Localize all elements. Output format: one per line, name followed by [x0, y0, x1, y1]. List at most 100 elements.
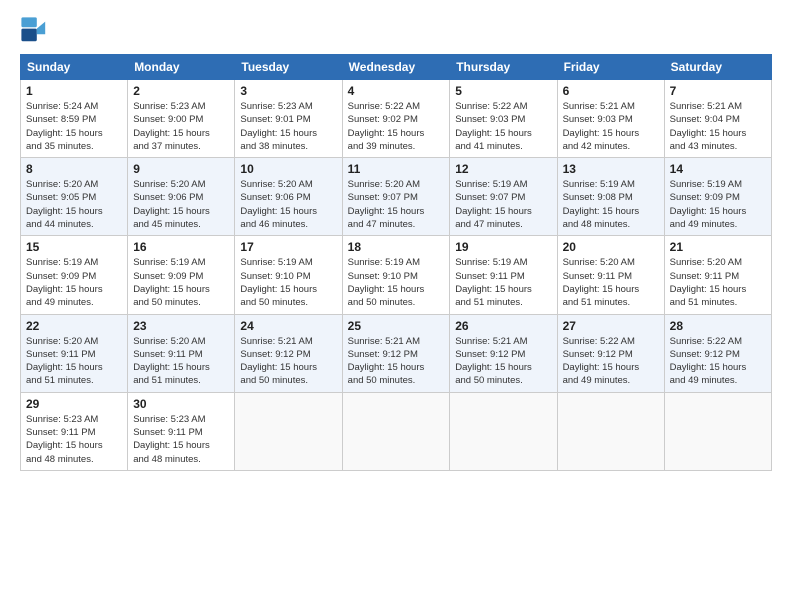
day-number: 1 — [26, 84, 122, 98]
day-info: Sunrise: 5:21 AM Sunset: 9:12 PM Dayligh… — [455, 335, 551, 388]
day-header-thursday: Thursday — [450, 55, 557, 80]
calendar-cell: 6 Sunrise: 5:21 AM Sunset: 9:03 PM Daylig… — [557, 80, 664, 158]
day-number: 10 — [240, 162, 336, 176]
calendar-cell: 20 Sunrise: 5:20 AM Sunset: 9:11 PM Dayli… — [557, 236, 664, 314]
calendar-cell: 10 Sunrise: 5:20 AM Sunset: 9:06 PM Dayli… — [235, 158, 342, 236]
day-info: Sunrise: 5:19 AM Sunset: 9:10 PM Dayligh… — [348, 256, 445, 309]
day-info: Sunrise: 5:23 AM Sunset: 9:11 PM Dayligh… — [133, 413, 229, 466]
day-header-monday: Monday — [128, 55, 235, 80]
calendar-cell: 8 Sunrise: 5:20 AM Sunset: 9:05 PM Daylig… — [21, 158, 128, 236]
day-info: Sunrise: 5:19 AM Sunset: 9:09 PM Dayligh… — [670, 178, 766, 231]
calendar-cell: 4 Sunrise: 5:22 AM Sunset: 9:02 PM Daylig… — [342, 80, 450, 158]
day-number: 7 — [670, 84, 766, 98]
calendar-cell: 17Sunrise: 5:19 AM Sunset: 9:10 PM Dayli… — [235, 236, 342, 314]
calendar-cell — [664, 392, 771, 470]
calendar-cell: 30 Sunrise: 5:23 AM Sunset: 9:11 PM Dayli… — [128, 392, 235, 470]
calendar-cell: 29 Sunrise: 5:23 AM Sunset: 9:11 PM Dayli… — [21, 392, 128, 470]
day-header-sunday: Sunday — [21, 55, 128, 80]
day-number: 30 — [133, 397, 229, 411]
day-number: 6 — [563, 84, 659, 98]
day-header-saturday: Saturday — [664, 55, 771, 80]
day-info: Sunrise: 5:20 AM Sunset: 9:05 PM Dayligh… — [26, 178, 122, 231]
calendar-cell — [557, 392, 664, 470]
day-info: Sunrise: 5:20 AM Sunset: 9:11 PM Dayligh… — [133, 335, 229, 388]
calendar-header-row: SundayMondayTuesdayWednesdayThursdayFrid… — [21, 55, 772, 80]
calendar-cell: 19Sunrise: 5:19 AM Sunset: 9:11 PM Dayli… — [450, 236, 557, 314]
day-number: 21 — [670, 240, 766, 254]
day-number: 12 — [455, 162, 551, 176]
calendar-table: SundayMondayTuesdayWednesdayThursdayFrid… — [20, 54, 772, 471]
logo-icon — [20, 16, 48, 44]
calendar-cell: 5Sunrise: 5:22 AM Sunset: 9:03 PM Daylig… — [450, 80, 557, 158]
day-info: Sunrise: 5:20 AM Sunset: 9:06 PM Dayligh… — [240, 178, 336, 231]
day-number: 8 — [26, 162, 122, 176]
calendar-week-row: 15 Sunrise: 5:19 AM Sunset: 9:09 PM Dayli… — [21, 236, 772, 314]
calendar-cell: 22 Sunrise: 5:20 AM Sunset: 9:11 PM Dayli… — [21, 314, 128, 392]
day-info: Sunrise: 5:20 AM Sunset: 9:06 PM Dayligh… — [133, 178, 229, 231]
day-number: 18 — [348, 240, 445, 254]
day-number: 9 — [133, 162, 229, 176]
day-number: 28 — [670, 319, 766, 333]
day-info: Sunrise: 5:19 AM Sunset: 9:10 PM Dayligh… — [240, 256, 336, 309]
day-number: 2 — [133, 84, 229, 98]
day-info: Sunrise: 5:22 AM Sunset: 9:12 PM Dayligh… — [563, 335, 659, 388]
day-number: 29 — [26, 397, 122, 411]
day-info: Sunrise: 5:21 AM Sunset: 9:12 PM Dayligh… — [348, 335, 445, 388]
day-info: Sunrise: 5:22 AM Sunset: 9:12 PM Dayligh… — [670, 335, 766, 388]
day-info: Sunrise: 5:23 AM Sunset: 9:00 PM Dayligh… — [133, 100, 229, 153]
calendar-cell: 15 Sunrise: 5:19 AM Sunset: 9:09 PM Dayli… — [21, 236, 128, 314]
page: SundayMondayTuesdayWednesdayThursdayFrid… — [0, 0, 792, 612]
calendar-body: 1 Sunrise: 5:24 AM Sunset: 8:59 PM Daylig… — [21, 80, 772, 471]
day-info: Sunrise: 5:22 AM Sunset: 9:02 PM Dayligh… — [348, 100, 445, 153]
day-number: 14 — [670, 162, 766, 176]
day-number: 25 — [348, 319, 445, 333]
day-number: 22 — [26, 319, 122, 333]
day-info: Sunrise: 5:19 AM Sunset: 9:09 PM Dayligh… — [133, 256, 229, 309]
day-info: Sunrise: 5:19 AM Sunset: 9:09 PM Dayligh… — [26, 256, 122, 309]
day-number: 27 — [563, 319, 659, 333]
day-number: 13 — [563, 162, 659, 176]
calendar-cell: 9 Sunrise: 5:20 AM Sunset: 9:06 PM Daylig… — [128, 158, 235, 236]
calendar-cell: 18 Sunrise: 5:19 AM Sunset: 9:10 PM Dayli… — [342, 236, 450, 314]
day-info: Sunrise: 5:21 AM Sunset: 9:04 PM Dayligh… — [670, 100, 766, 153]
day-number: 20 — [563, 240, 659, 254]
day-info: Sunrise: 5:20 AM Sunset: 9:07 PM Dayligh… — [348, 178, 445, 231]
day-number: 11 — [348, 162, 445, 176]
day-header-wednesday: Wednesday — [342, 55, 450, 80]
calendar-cell: 12 Sunrise: 5:19 AM Sunset: 9:07 PM Dayli… — [450, 158, 557, 236]
day-info: Sunrise: 5:21 AM Sunset: 9:03 PM Dayligh… — [563, 100, 659, 153]
day-info: Sunrise: 5:22 AM Sunset: 9:03 PM Dayligh… — [455, 100, 551, 153]
day-info: Sunrise: 5:19 AM Sunset: 9:08 PM Dayligh… — [563, 178, 659, 231]
calendar-cell: 13 Sunrise: 5:19 AM Sunset: 9:08 PM Dayli… — [557, 158, 664, 236]
calendar-week-row: 1 Sunrise: 5:24 AM Sunset: 8:59 PM Daylig… — [21, 80, 772, 158]
day-info: Sunrise: 5:24 AM Sunset: 8:59 PM Dayligh… — [26, 100, 122, 153]
logo — [20, 16, 50, 44]
day-info: Sunrise: 5:20 AM Sunset: 9:11 PM Dayligh… — [563, 256, 659, 309]
day-number: 3 — [240, 84, 336, 98]
day-info: Sunrise: 5:23 AM Sunset: 9:11 PM Dayligh… — [26, 413, 122, 466]
calendar-cell: 7 Sunrise: 5:21 AM Sunset: 9:04 PM Daylig… — [664, 80, 771, 158]
calendar-cell — [235, 392, 342, 470]
calendar-cell: 27 Sunrise: 5:22 AM Sunset: 9:12 PM Dayli… — [557, 314, 664, 392]
calendar-cell: 23Sunrise: 5:20 AM Sunset: 9:11 PM Dayli… — [128, 314, 235, 392]
day-info: Sunrise: 5:19 AM Sunset: 9:11 PM Dayligh… — [455, 256, 551, 309]
header — [20, 16, 772, 44]
day-info: Sunrise: 5:20 AM Sunset: 9:11 PM Dayligh… — [26, 335, 122, 388]
day-info: Sunrise: 5:21 AM Sunset: 9:12 PM Dayligh… — [240, 335, 336, 388]
calendar-cell: 16Sunrise: 5:19 AM Sunset: 9:09 PM Dayli… — [128, 236, 235, 314]
calendar-cell — [450, 392, 557, 470]
day-info: Sunrise: 5:19 AM Sunset: 9:07 PM Dayligh… — [455, 178, 551, 231]
calendar-cell: 28 Sunrise: 5:22 AM Sunset: 9:12 PM Dayli… — [664, 314, 771, 392]
day-number: 15 — [26, 240, 122, 254]
calendar-cell: 14 Sunrise: 5:19 AM Sunset: 9:09 PM Dayli… — [664, 158, 771, 236]
day-number: 26 — [455, 319, 551, 333]
calendar-cell: 11 Sunrise: 5:20 AM Sunset: 9:07 PM Dayli… — [342, 158, 450, 236]
calendar-cell: 26 Sunrise: 5:21 AM Sunset: 9:12 PM Dayli… — [450, 314, 557, 392]
day-number: 4 — [348, 84, 445, 98]
calendar-cell: 3Sunrise: 5:23 AM Sunset: 9:01 PM Daylig… — [235, 80, 342, 158]
calendar-week-row: 8 Sunrise: 5:20 AM Sunset: 9:05 PM Daylig… — [21, 158, 772, 236]
day-number: 24 — [240, 319, 336, 333]
day-info: Sunrise: 5:20 AM Sunset: 9:11 PM Dayligh… — [670, 256, 766, 309]
calendar-week-row: 29 Sunrise: 5:23 AM Sunset: 9:11 PM Dayli… — [21, 392, 772, 470]
calendar-cell — [342, 392, 450, 470]
